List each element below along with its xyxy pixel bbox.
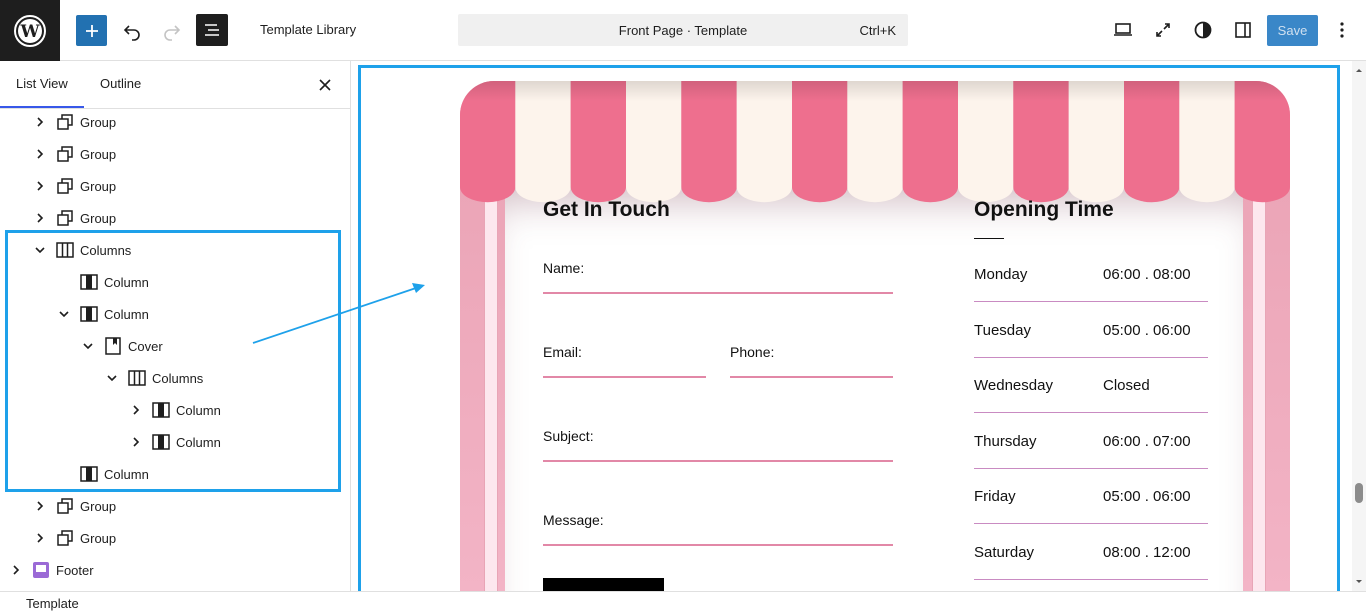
list-view-item-footer[interactable]: Footer [8, 554, 94, 586]
chevron-right-icon[interactable] [32, 178, 48, 194]
scroll-up-icon[interactable] [1352, 63, 1366, 77]
redo-icon [164, 24, 181, 41]
chevron-right-icon[interactable] [32, 498, 48, 514]
list-view-item-label: Group [80, 114, 117, 130]
selection-highlight [5, 230, 341, 492]
list-view-item-group[interactable]: Group [32, 522, 116, 554]
list-view-item-group[interactable]: Group [32, 106, 116, 138]
canvas-selection-frame [358, 65, 1340, 591]
document-title: Front Page · Template [618, 23, 748, 38]
list-view-item-label: Footer [56, 562, 94, 578]
panel-tabs: List View Outline [0, 61, 350, 109]
device-preview-button[interactable] [1110, 18, 1136, 42]
list-view-item-label: Group [80, 498, 117, 514]
close-panel-button[interactable] [315, 75, 335, 95]
chevron-right-icon[interactable] [8, 562, 24, 578]
breadcrumb-template[interactable]: Template [26, 596, 79, 611]
group-icon [56, 529, 74, 547]
document-overview-button[interactable] [196, 14, 228, 46]
list-view-item-label: Group [80, 178, 117, 194]
close-icon [319, 79, 331, 91]
list-view-item-group[interactable]: Group [32, 490, 116, 522]
scroll-down-icon[interactable] [1352, 575, 1366, 589]
expand-icon [1156, 23, 1170, 37]
group-icon [56, 177, 74, 195]
group-icon [56, 113, 74, 131]
group-icon [56, 497, 74, 515]
undo-button[interactable] [120, 15, 144, 46]
chevron-right-icon[interactable] [32, 146, 48, 162]
chevron-right-icon[interactable] [32, 530, 48, 546]
block-inserter-button[interactable] [76, 15, 107, 46]
group-icon [56, 145, 74, 163]
tab-outline[interactable]: Outline [100, 61, 141, 108]
command-palette-bar[interactable]: Front Page · Template Ctrl+K [458, 14, 908, 46]
template-library-label[interactable]: Template Library [260, 22, 356, 37]
redo-button[interactable] [160, 15, 184, 46]
svg-text:W: W [19, 22, 40, 42]
tab-list-view[interactable]: List View [0, 61, 84, 108]
more-vertical-icon [1340, 22, 1344, 38]
list-view-item-label: Group [80, 146, 117, 162]
block-breadcrumb-bar: Template [0, 591, 1366, 615]
group-icon [56, 209, 74, 227]
scroll-thumb[interactable] [1355, 483, 1363, 503]
list-view-icon [205, 24, 219, 36]
plus-icon [85, 24, 98, 37]
footer-icon [32, 561, 50, 579]
sidebar-icon [1235, 22, 1251, 38]
shortcut-hint: Ctrl+K [859, 23, 896, 38]
list-view-item-label: Group [80, 530, 117, 546]
laptop-icon [1114, 23, 1132, 36]
save-button[interactable]: Save [1267, 15, 1318, 46]
options-button[interactable] [1330, 18, 1354, 42]
settings-sidebar-button[interactable] [1231, 18, 1255, 42]
fullscreen-button[interactable] [1151, 18, 1175, 42]
styles-button[interactable] [1191, 18, 1215, 42]
wordpress-logo-icon[interactable]: W [0, 0, 60, 61]
undo-icon [123, 24, 140, 41]
list-view-item-label: Group [80, 210, 117, 226]
canvas-scrollbar[interactable] [1352, 61, 1366, 591]
chevron-right-icon[interactable] [32, 114, 48, 130]
editor-toolbar: W Template Library Front Page · Template… [0, 0, 1366, 61]
editor-canvas[interactable]: Get In Touch Name: Email: Phone: Subject… [352, 61, 1352, 591]
chevron-right-icon[interactable] [32, 210, 48, 226]
contrast-icon [1194, 21, 1212, 39]
list-view-item-group[interactable]: Group [32, 138, 116, 170]
list-view-item-group[interactable]: Group [32, 170, 116, 202]
